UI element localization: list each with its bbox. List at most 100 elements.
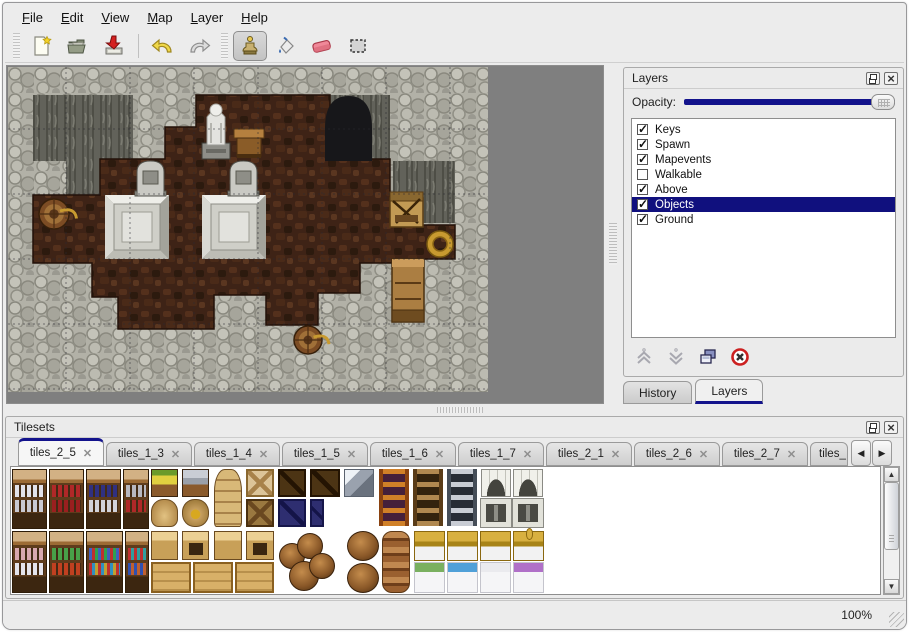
tileset-tab-tiles_2_1[interactable]: tiles_2_1✕ [546,442,632,466]
tileset-tile-shelf[interactable] [86,469,121,529]
delete-layer-button[interactable] [727,345,753,369]
layer-row-ground[interactable]: Ground [632,212,895,227]
tools-toolbar-grip[interactable] [221,33,228,59]
move-layer-up-button[interactable] [631,345,657,369]
tileset-tile-barrel[interactable] [347,563,379,593]
tileset-tile-ladder[interactable] [413,469,443,526]
tileset-tile-bedsheet[interactable] [513,562,544,593]
tileset-tile-cratex[interactable] [246,499,274,527]
tileset-tab-tiles_1_5[interactable]: tiles_1_5✕ [282,442,368,466]
stamp-tool-button[interactable] [233,31,267,61]
tileset-view[interactable] [10,466,881,595]
layer-row-objects[interactable]: Objects [632,197,895,212]
duplicate-layer-button[interactable] [695,345,721,369]
tab-close-icon[interactable]: ✕ [611,448,620,461]
tileset-tab-tiles_1_6[interactable]: tiles_1_6✕ [370,442,456,466]
layer-row-keys[interactable]: Keys [632,122,895,137]
layer-visibility-checkbox[interactable] [637,214,648,225]
horizontal-splitter[interactable] [5,404,904,416]
toolbar-grip[interactable] [13,33,20,59]
tab-close-icon[interactable]: ✕ [259,448,268,461]
dock-tab-layers[interactable]: Layers [695,379,763,404]
vertical-splitter[interactable] [605,65,621,404]
layer-visibility-checkbox[interactable] [637,169,648,180]
tileset-tile-arch[interactable] [513,469,543,497]
tileset-tile-sack[interactable] [151,499,178,527]
move-layer-down-button[interactable] [663,345,689,369]
tileset-tile-doorway[interactable] [513,499,543,527]
layers-close-button[interactable] [884,72,898,85]
scrollbar-thumb[interactable] [884,482,899,550]
tileset-tile-cratedark[interactable] [278,469,306,497]
tileset-tile-bedsheet[interactable] [480,562,511,593]
open-file-button[interactable] [61,31,95,61]
tab-close-icon[interactable]: ✕ [523,448,532,461]
tileset-tile-counteropen[interactable] [182,531,209,560]
tileset-tile-bedhead[interactable] [414,531,445,561]
tileset-tile-cratenavy[interactable] [310,499,324,527]
tileset-tile-ladder[interactable] [379,469,409,526]
tileset-tab-tiles_1_4[interactable]: tiles_1_4✕ [194,442,280,466]
tileset-tile-shelf[interactable] [12,531,47,593]
new-file-button[interactable] [25,31,59,61]
tab-close-icon[interactable]: ✕ [699,448,708,461]
tileset-tab-tiles[interactable]: tiles_ [810,442,848,466]
tabs-scroll-right-button[interactable]: ▶ [872,440,892,466]
tileset-tile-counter[interactable] [214,531,242,560]
tileset-scrollbar[interactable]: ▲ ▼ [883,466,900,595]
tileset-tile-bedhead[interactable] [513,531,544,561]
tileset-tile-sackopen[interactable] [182,499,209,527]
menu-edit[interactable]: Edit [52,8,92,27]
tab-close-icon[interactable]: ✕ [83,447,92,460]
rect-select-tool-button[interactable] [341,31,375,61]
eraser-tool-button[interactable] [305,31,339,61]
layer-visibility-checkbox[interactable] [637,124,648,135]
tileset-tab-tiles_1_7[interactable]: tiles_1_7✕ [458,442,544,466]
tileset-tab-tiles_2_7[interactable]: tiles_2_7✕ [722,442,808,466]
tab-close-icon[interactable]: ✕ [171,448,180,461]
tileset-tile-counteropen[interactable] [246,531,274,560]
layers-float-button[interactable] [866,72,880,85]
layer-row-spawn[interactable]: Spawn [632,137,895,152]
window-resize-grip[interactable] [889,612,904,627]
menu-layer[interactable]: Layer [182,8,233,27]
layer-row-above[interactable]: Above [632,182,895,197]
map-canvas[interactable] [6,65,604,404]
tileset-tile-ladder[interactable] [447,469,477,526]
undo-button[interactable] [146,31,180,61]
tileset-tab-tiles_1_3[interactable]: tiles_1_3✕ [106,442,192,466]
menu-view[interactable]: View [92,8,138,27]
opacity-slider-handle[interactable] [871,94,895,110]
redo-button[interactable] [182,31,216,61]
tileset-tile-counter[interactable] [151,531,178,560]
layer-list[interactable]: KeysSpawnMapeventsWalkableAboveObjectsGr… [631,118,896,338]
tabs-scroll-left-button[interactable]: ◀ [851,440,871,466]
horizontal-splitter-grip[interactable] [437,407,483,413]
tileset-tile-cratelong[interactable] [151,562,191,593]
tileset-tile-cratenavy[interactable] [278,499,306,527]
tileset-tab-tiles_2_5[interactable]: tiles_2_5✕ [18,438,104,466]
save-file-button[interactable] [97,31,131,61]
tileset-tile-shelf[interactable] [125,531,149,593]
tab-close-icon[interactable]: ✕ [347,448,356,461]
tileset-tile-metal[interactable] [344,469,374,497]
tileset-tile-sacktall[interactable] [214,469,242,527]
layer-row-walkable[interactable]: Walkable [632,167,895,182]
tileset-tile-arch[interactable] [481,469,511,497]
layer-row-mapevents[interactable]: Mapevents [632,152,895,167]
tileset-tile-cratelong[interactable] [193,562,233,593]
tileset-tile-bedsheet[interactable] [447,562,478,593]
opacity-slider-track[interactable] [684,99,895,105]
scroll-up-button[interactable]: ▲ [884,467,899,482]
menu-help[interactable]: Help [232,8,277,27]
tileset-tile-cratelong[interactable] [235,562,274,593]
tileset-tile-bedhead[interactable] [447,531,478,561]
tileset-tile-shelf[interactable] [86,531,123,593]
tileset-tile-planter[interactable] [182,469,209,497]
tileset-tile-doorway[interactable] [481,499,511,527]
tab-close-icon[interactable]: ✕ [787,448,796,461]
tileset-tile-bedhead[interactable] [480,531,511,561]
vertical-splitter-grip[interactable] [609,223,617,265]
tilesets-close-button[interactable] [884,421,898,434]
layer-visibility-checkbox[interactable] [637,154,648,165]
